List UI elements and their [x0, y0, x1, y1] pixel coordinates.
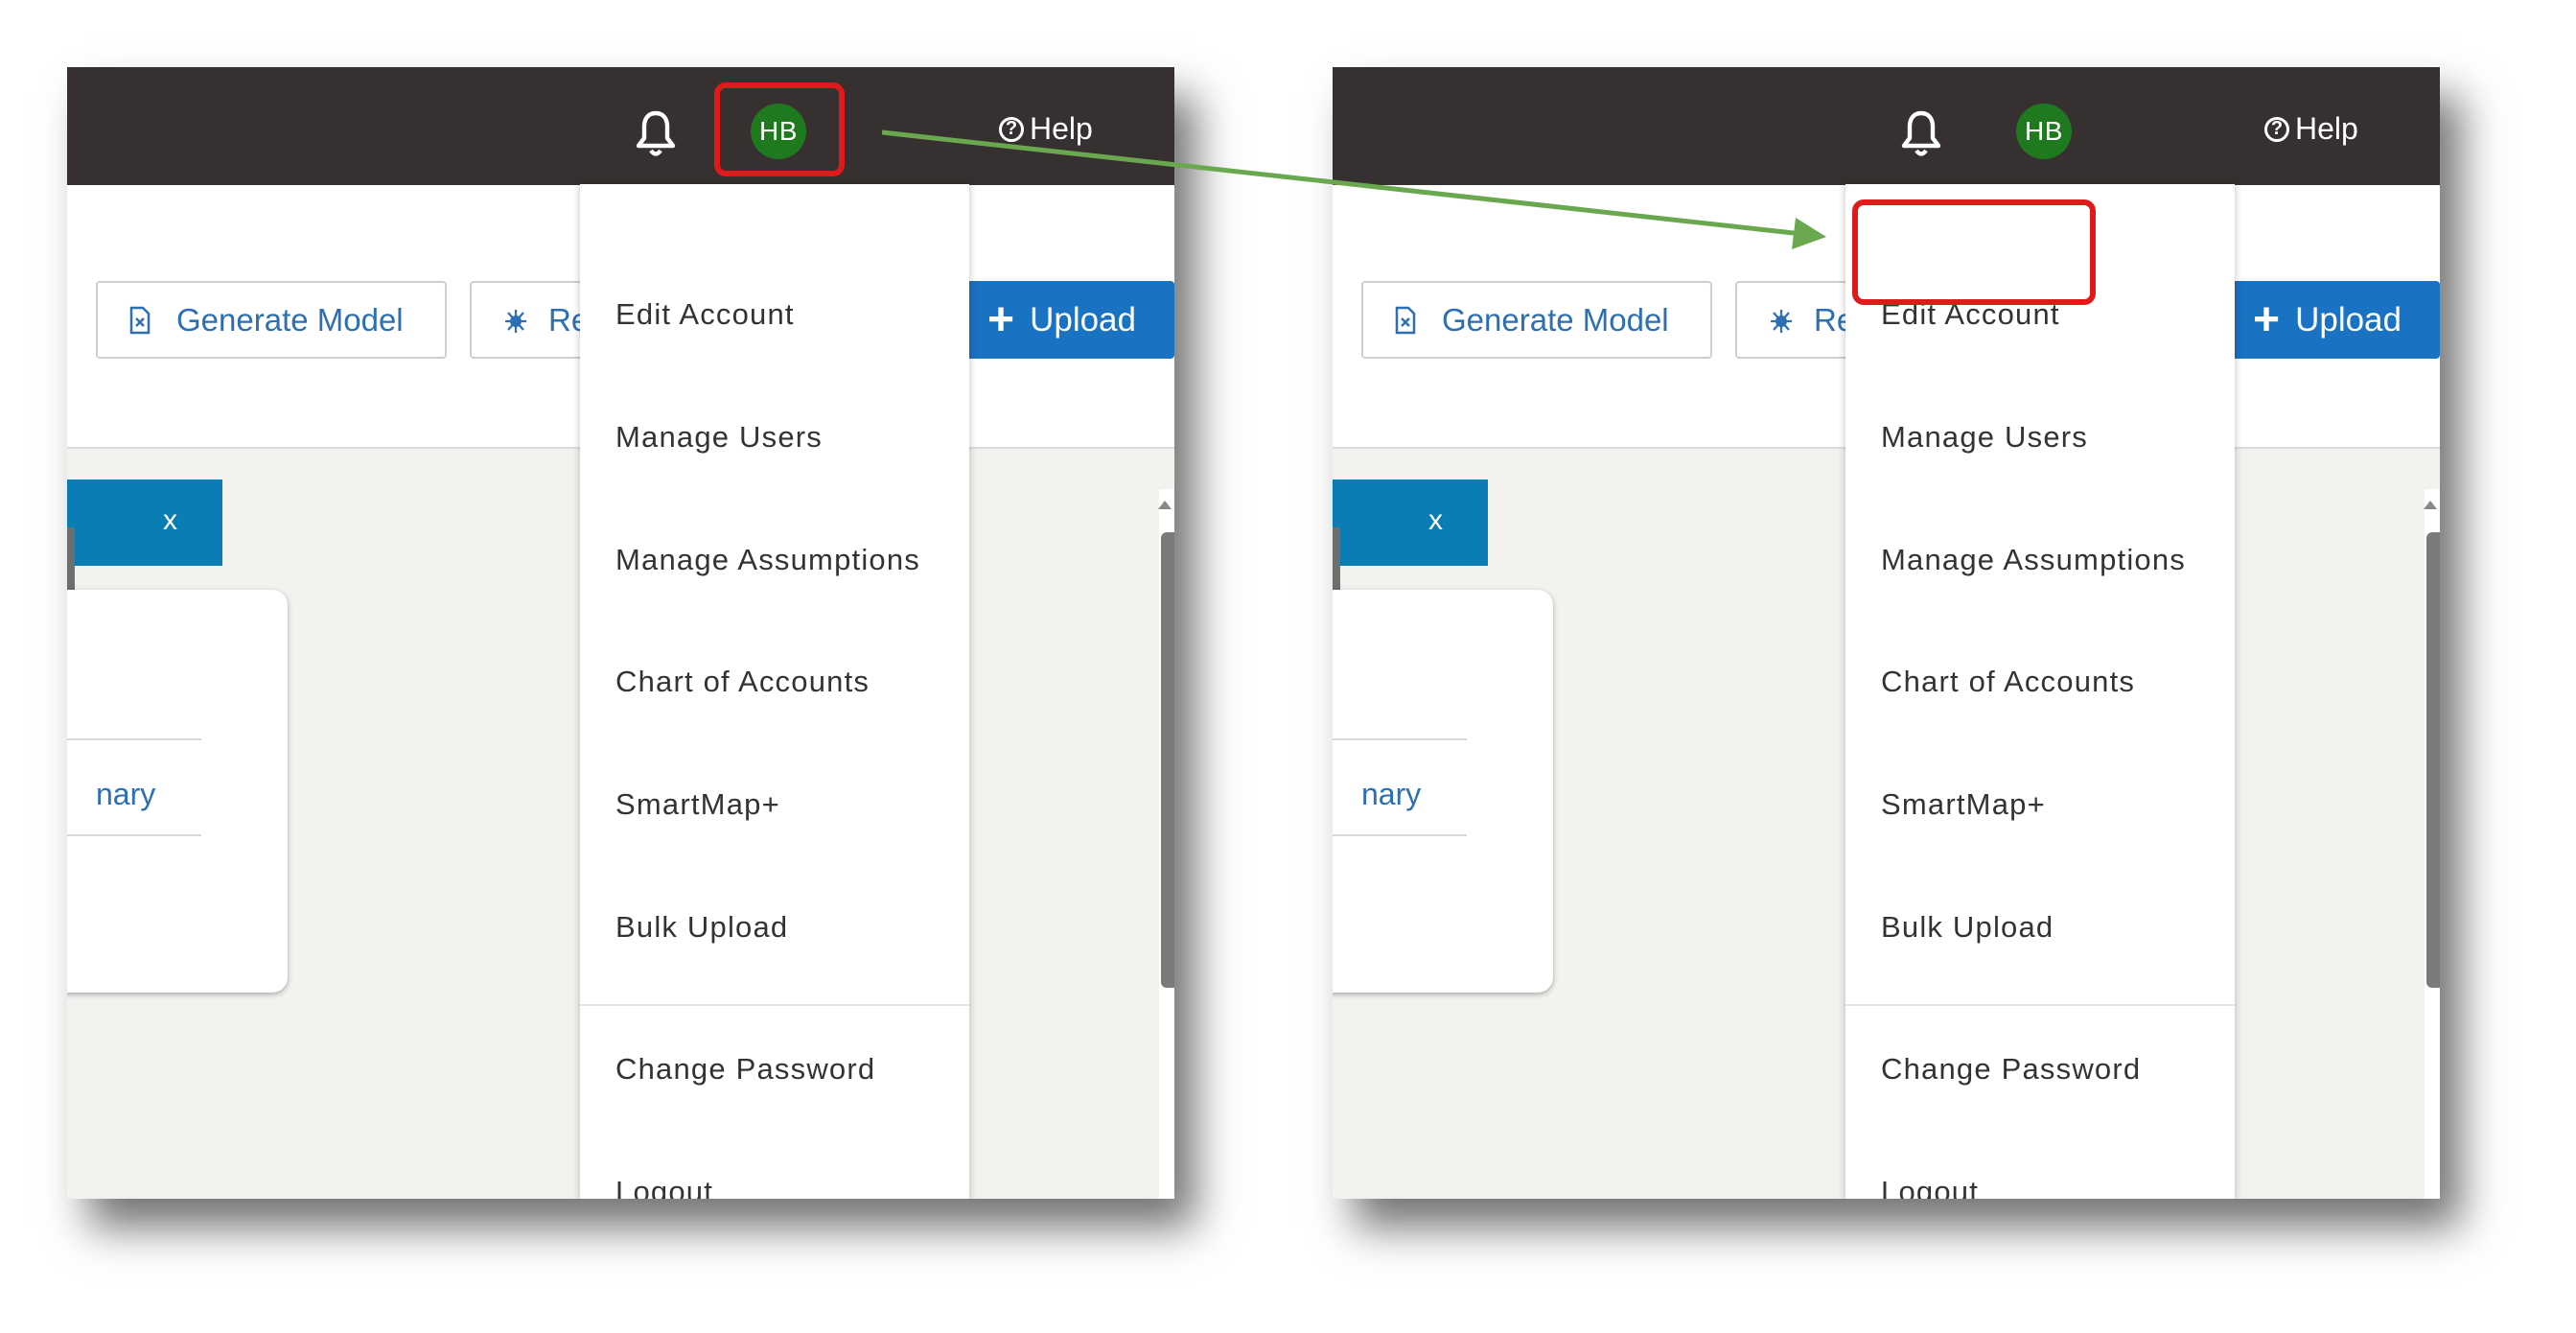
- annotation-arrow: [881, 129, 1826, 249]
